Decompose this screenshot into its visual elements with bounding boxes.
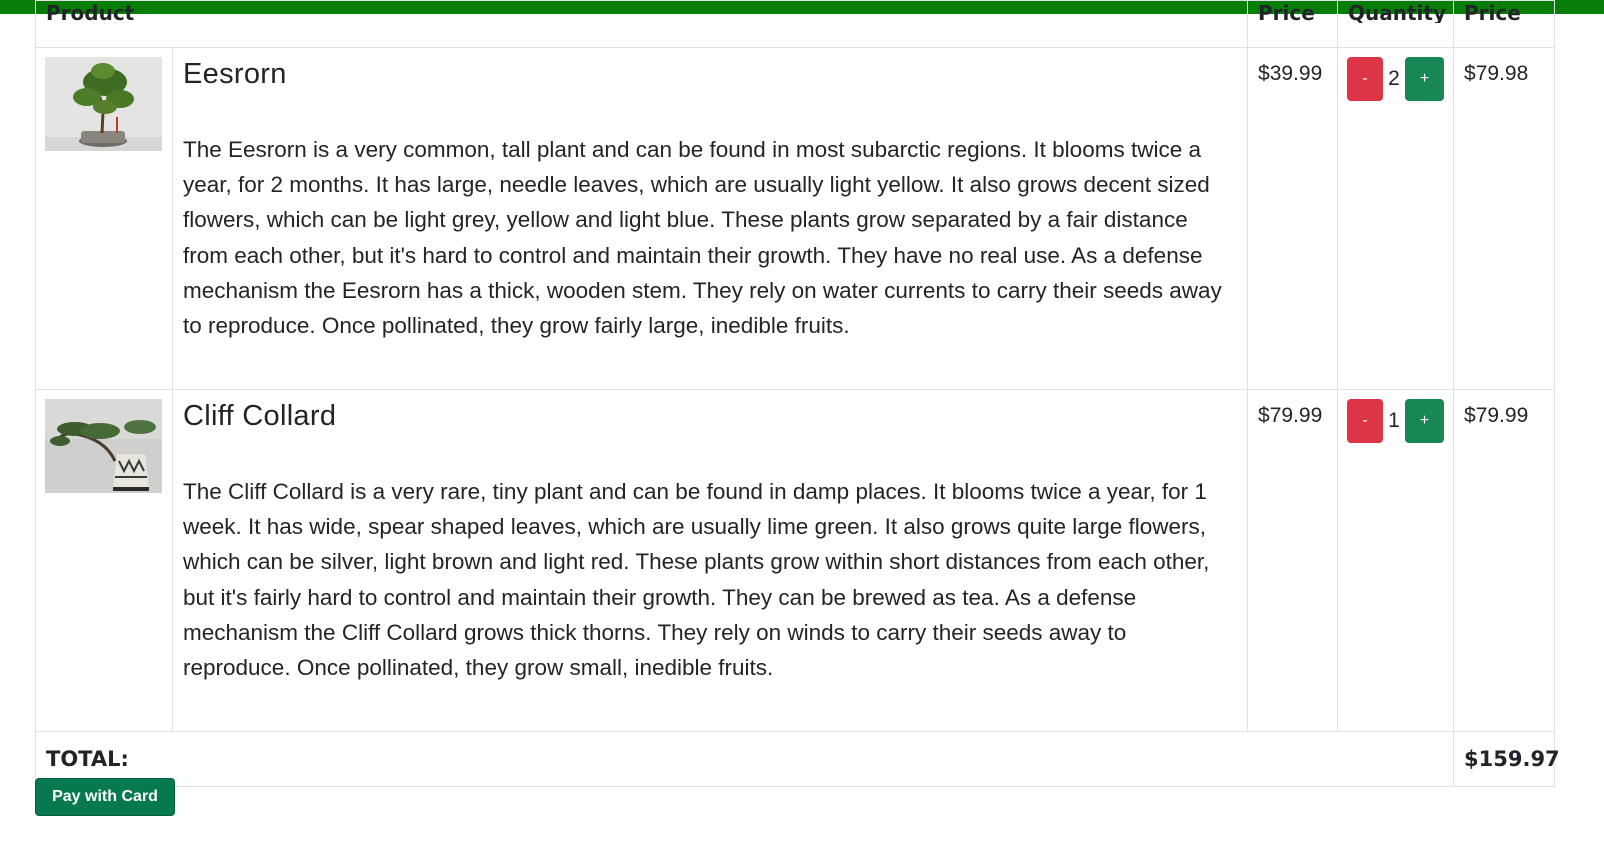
product-image-cell [35,389,173,732]
line-subtotal: $79.99 [1453,389,1556,732]
bonsai-tree-image [45,57,162,151]
product-name: Eesrorn [183,58,287,90]
table-header-row: Product Price Quantity Price [34,0,1556,48]
total-row: TOTAL: $159.97 [34,731,1560,787]
table-row: Eesrorn The Eesrorn is a very common, ta… [35,47,1556,390]
total-value: $159.97 [1464,747,1560,771]
pay-with-card-button[interactable]: Pay with Card [35,778,175,816]
quantity-cell: - 1 + [1337,389,1455,732]
table-row: Cliff Collard The Cliff Collard is a ver… [35,389,1556,732]
product-image-cell [35,47,173,390]
quantity-value: 1 [1388,409,1400,432]
header-price: Price [1247,0,1339,48]
cliff-plant-image [45,399,162,493]
product-details-cell: Eesrorn The Eesrorn is a very common, ta… [171,47,1249,390]
product-name: Cliff Collard [183,400,337,432]
header-product: Product [34,0,1249,48]
unit-price: $79.99 [1247,389,1339,732]
product-description: The Cliff Collard is a very rare, tiny p… [183,479,1210,681]
quantity-stepper: - 2 + [1338,48,1453,101]
header-quantity: Quantity [1337,0,1455,48]
total-label: TOTAL: [46,747,129,771]
increase-quantity-button[interactable]: + [1405,399,1445,443]
unit-price: $39.99 [1247,47,1339,390]
cart-table: Product Price Quantity Price Eesrorn The… [34,0,1560,787]
quantity-stepper: - 1 + [1338,390,1453,443]
total-value-cell: $159.97 [1453,731,1560,787]
header-subtotal: Price [1453,0,1556,48]
quantity-cell: - 2 + [1337,47,1455,390]
product-details-cell: Cliff Collard The Cliff Collard is a ver… [171,389,1249,732]
product-description: The Eesrorn is a very common, tall plant… [183,137,1222,339]
decrease-quantity-button[interactable]: - [1347,57,1384,101]
quantity-value: 2 [1388,67,1400,90]
increase-quantity-button[interactable]: + [1405,57,1445,101]
decrease-quantity-button[interactable]: - [1347,399,1384,443]
line-subtotal: $79.98 [1453,47,1556,390]
total-label-cell: TOTAL: [34,731,1455,787]
